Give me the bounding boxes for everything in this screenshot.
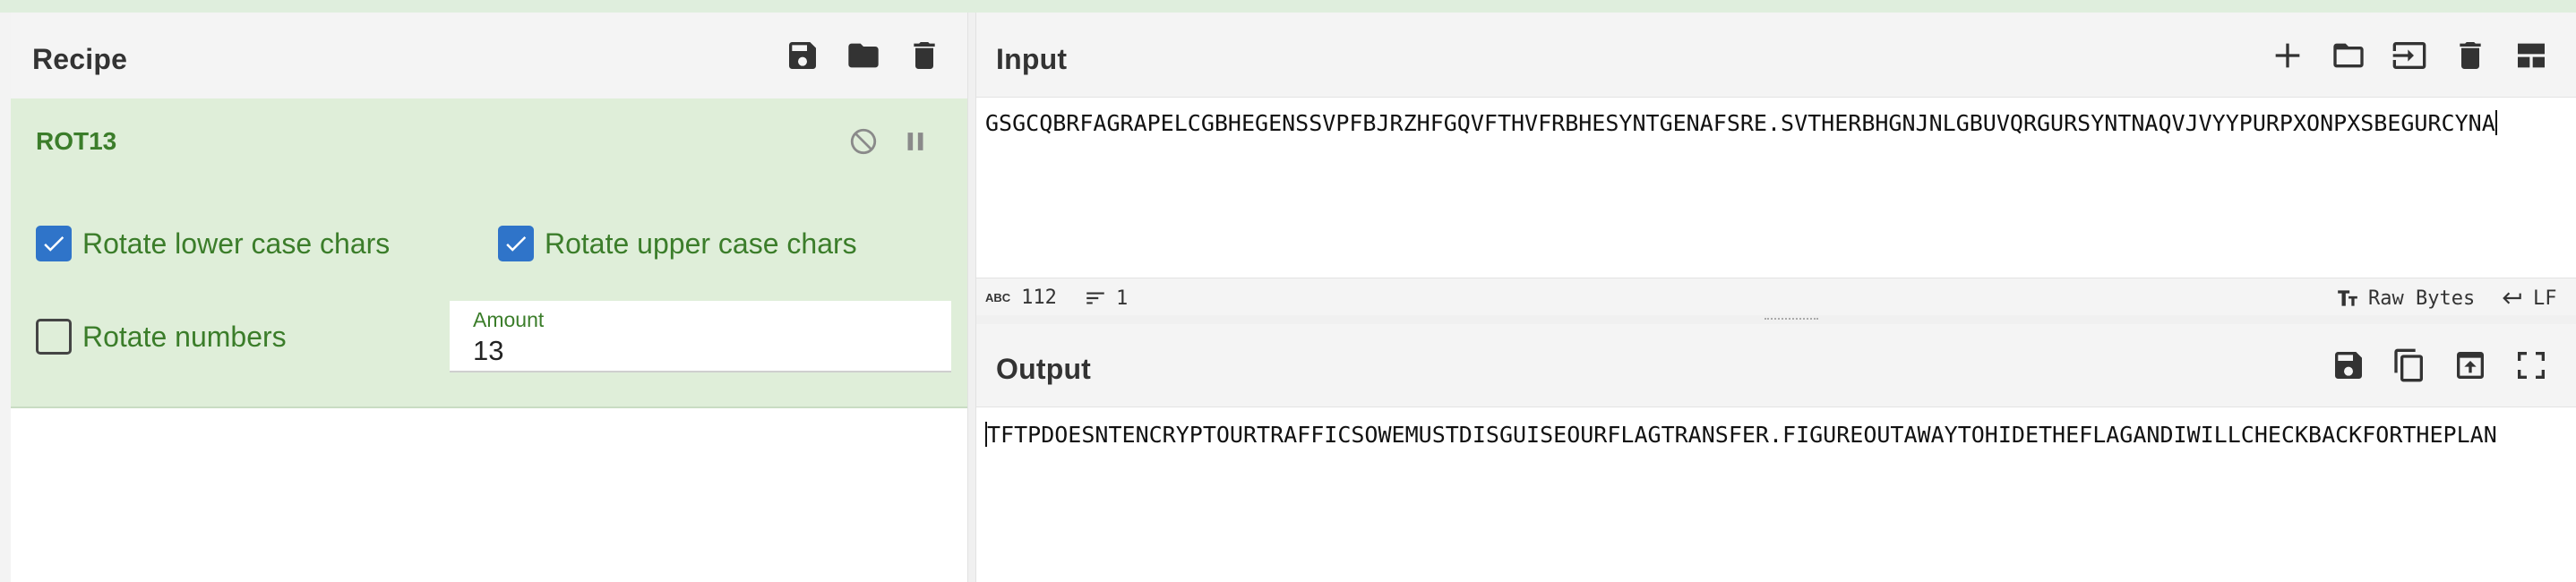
output-title: Output	[996, 353, 1092, 385]
output-text: TFTPDOESNTENCRYPTOURTRAFFICSOWEMUSTDISGU…	[987, 422, 2497, 448]
rotate-upper-checkbox[interactable]: Rotate upper case chars	[498, 226, 857, 261]
plus-icon	[2275, 43, 2300, 68]
trash-icon	[914, 42, 935, 69]
output-header: Output	[976, 324, 2576, 407]
panel-divider[interactable]	[967, 13, 976, 582]
lines-icon	[1086, 292, 1104, 304]
pause-icon	[907, 133, 923, 150]
reset-layout-button[interactable]	[2512, 36, 2551, 75]
trash-icon	[2460, 42, 2481, 69]
add-input-tab-button[interactable]	[2268, 36, 2307, 75]
breakpoint-button[interactable]	[897, 124, 933, 159]
maximize-output-button[interactable]	[2512, 346, 2551, 385]
operation-name: ROT13	[36, 127, 117, 155]
text-format-icon	[2338, 290, 2357, 306]
input-text: GSGCQBRFAGRAPELCGBHEGENSSVPFBJRZHFGQVFTH…	[985, 110, 2495, 136]
save-recipe-button[interactable]	[783, 36, 822, 75]
amount-label: Amount	[473, 308, 545, 331]
rot13-operation[interactable]: ROT13 Rotate lower case chars Rotate upp…	[11, 98, 967, 408]
rotate-numbers-label: Rotate numbers	[82, 320, 287, 353]
amount-field[interactable]: Amount	[450, 301, 951, 372]
output-panel: Output TFTPDOESNTENCRYPTOURTRAFFICSOWEMU…	[976, 324, 2576, 582]
check-icon	[506, 236, 527, 252]
folder-icon	[848, 43, 879, 68]
checkbox-checked[interactable]	[498, 226, 534, 261]
length-indicator: ABC 112	[985, 287, 1057, 309]
eol-selector[interactable]: LF	[2501, 287, 2557, 310]
recipe-header: Recipe	[11, 13, 967, 99]
input-panel: Input GSGCQBRFAGRAPELCGBHEGENSSVPFBJRZHF…	[976, 13, 2576, 316]
layout-icon	[2518, 43, 2545, 68]
input-lines: 1	[1116, 287, 1129, 310]
input-title: Input	[996, 43, 1068, 75]
maximize-icon	[2518, 352, 2545, 379]
import-icon	[2392, 42, 2426, 69]
check-icon	[44, 236, 64, 252]
input-status-bar: ABC 112 1 Raw Bytes LF	[976, 278, 2576, 316]
io-divider[interactable]	[976, 315, 2576, 324]
save-icon	[789, 42, 816, 69]
folder-icon	[2333, 43, 2364, 68]
input-textarea[interactable]: GSGCQBRFAGRAPELCGBHEGENSSVPFBJRZHFGQVFTH…	[985, 106, 2562, 141]
checkbox-unchecked[interactable]	[36, 319, 72, 355]
replace-input-icon	[2457, 352, 2484, 379]
clear-recipe-button[interactable]	[905, 36, 944, 75]
disable-operation-button[interactable]	[846, 124, 881, 159]
recipe-title: Recipe	[32, 43, 128, 75]
eol-label: LF	[2533, 287, 2557, 310]
open-file-button[interactable]	[2329, 36, 2368, 75]
rotate-lower-checkbox[interactable]: Rotate lower case chars	[36, 226, 390, 261]
drag-grip[interactable]	[1765, 318, 1818, 323]
clear-input-button[interactable]	[2451, 36, 2490, 75]
input-header: Input	[976, 13, 2576, 98]
load-recipe-button[interactable]	[844, 36, 883, 75]
disable-icon	[850, 128, 877, 155]
recipe-panel: Recipe ROT13 Rotate lower case chars Rot…	[11, 13, 967, 582]
input-length: 112	[1021, 287, 1057, 309]
return-icon	[2503, 292, 2521, 304]
open-folder-button[interactable]	[2390, 36, 2429, 75]
copy-output-button[interactable]	[2390, 346, 2429, 385]
output-textarea[interactable]: TFTPDOESNTENCRYPTOURTRAFFICSOWEMUSTDISGU…	[985, 417, 2562, 453]
lines-indicator: 1	[1084, 287, 1128, 310]
text-cursor	[2494, 110, 2497, 135]
encoding-label: Raw Bytes	[2368, 287, 2476, 310]
top-bar	[0, 0, 2576, 13]
checkbox-checked[interactable]	[36, 226, 72, 261]
replace-input-button[interactable]	[2451, 346, 2490, 385]
copy-icon	[2394, 348, 2423, 382]
encoding-selector[interactable]: Raw Bytes	[2336, 287, 2475, 310]
rotate-upper-label: Rotate upper case chars	[545, 227, 857, 260]
save-icon	[2335, 352, 2362, 379]
abc-icon: ABC	[985, 291, 1011, 304]
rotate-numbers-checkbox[interactable]: Rotate numbers	[36, 319, 287, 355]
amount-input[interactable]	[473, 335, 921, 367]
save-output-button[interactable]	[2329, 346, 2368, 385]
rotate-lower-label: Rotate lower case chars	[82, 227, 391, 260]
